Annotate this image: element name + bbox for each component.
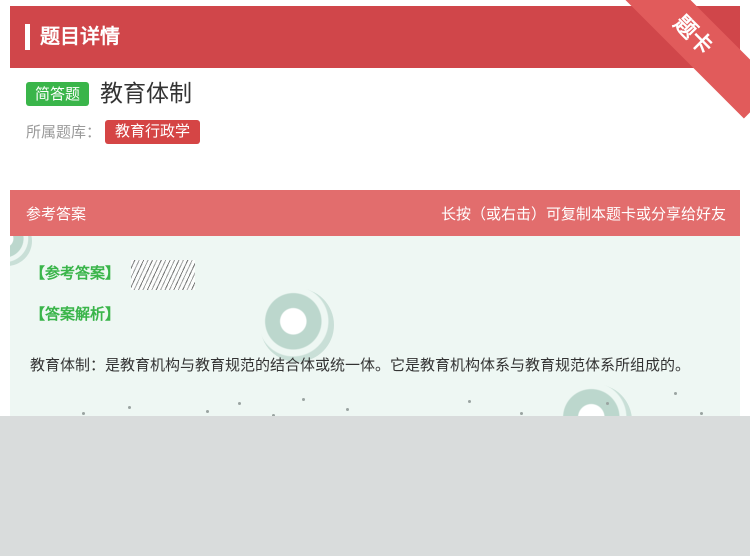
answer-explanation-label: 【答案解析】 — [30, 305, 121, 323]
question-type-badge: 简答题 — [26, 82, 90, 106]
decor-dot — [128, 406, 131, 409]
reference-answer-label: 【参考答案】 — [30, 264, 121, 282]
header-accent-bar — [25, 24, 30, 50]
question-title: 教育体制 — [100, 81, 192, 107]
decor-dot — [700, 412, 703, 415]
page-title: 题目详情 — [40, 24, 120, 48]
watermark-logo — [10, 236, 32, 266]
decor-dot — [302, 398, 305, 401]
bank-tag[interactable]: 教育行政学 — [105, 120, 201, 144]
bottom-overlay — [0, 416, 750, 556]
decor-dot — [520, 412, 523, 415]
decor-dot — [674, 392, 677, 395]
answer-header-title: 参考答案 — [26, 205, 87, 223]
decor-dot — [606, 402, 609, 405]
answer-image — [131, 260, 195, 290]
decor-dot — [206, 410, 209, 413]
answer-header: 参考答案 长按（或右击）可复制本题卡或分享给好友 — [10, 190, 740, 236]
answer-header-hint: 长按（或右击）可复制本题卡或分享给好友 — [440, 205, 726, 223]
page-header: 题目详情 — [10, 6, 740, 68]
decor-dot — [468, 400, 471, 403]
decor-dot — [82, 412, 85, 415]
decor-dot — [346, 408, 349, 411]
question-card: 题目详情 题卡 简答题 教育体制 所属题库： 教育行政学 参考答案 长按（或右击… — [0, 0, 750, 416]
bank-label: 所属题库： — [26, 123, 102, 141]
answer-explanation-text: 教育体制：是教育机构与教育规范的结合体或统一体。它是教育机构体系与教育规范体系所… — [30, 356, 691, 374]
decor-dot — [238, 402, 241, 405]
watermark-logo — [558, 384, 632, 416]
